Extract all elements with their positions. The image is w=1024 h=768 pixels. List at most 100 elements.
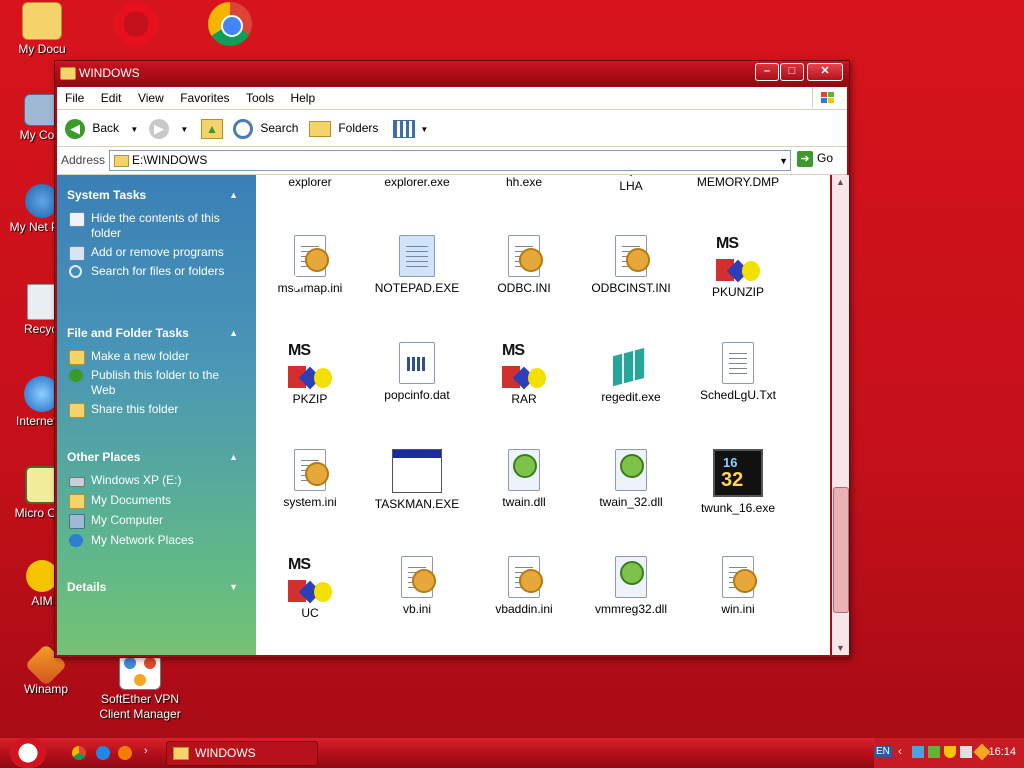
desktop-icon-my-documents[interactable]: My Docu <box>0 2 84 57</box>
file-name: vb.ini <box>402 602 431 616</box>
file-item[interactable]: MS PKZIP <box>260 342 360 406</box>
place-my-computer[interactable]: My Computer <box>57 513 241 529</box>
file-item[interactable]: MEMORY.DMP <box>688 175 788 189</box>
file-item[interactable]: NOTEPAD.EXE <box>367 235 467 295</box>
go-button[interactable]: ➔ Go <box>797 151 833 167</box>
system-tasks-header[interactable]: System Tasks ▲ <box>57 185 256 205</box>
maximize-button[interactable]: □ <box>780 63 804 81</box>
place-my-documents[interactable]: My Documents <box>57 493 241 509</box>
language-indicator[interactable]: EN <box>874 746 892 757</box>
minimize-button[interactable]: – <box>755 63 779 81</box>
file-name: MEMORY.DMP <box>696 175 780 189</box>
file-item[interactable]: ODBC.INI <box>474 235 574 295</box>
address-input[interactable]: E:\WINDOWS ▼ <box>109 150 791 171</box>
shield-icon[interactable] <box>944 746 956 758</box>
menu-tools[interactable]: Tools <box>240 87 280 105</box>
task-publish-folder[interactable]: Publish this folder to the Web <box>57 368 241 398</box>
firefox-icon[interactable] <box>118 746 132 760</box>
place-my-network-places[interactable]: My Network Places <box>57 533 241 548</box>
desktop-icon-chrome[interactable] <box>190 2 270 48</box>
file-item[interactable]: vmmreg32.dll <box>581 556 681 616</box>
details-header[interactable]: Details ▼ <box>57 577 256 597</box>
folders-icon <box>309 120 331 137</box>
file-name: RAR <box>511 392 537 406</box>
file-item[interactable]: hh.exe <box>474 175 574 189</box>
folder-icon <box>114 155 129 167</box>
start-button[interactable] <box>10 738 46 768</box>
file-name: system.ini <box>283 495 337 509</box>
task-add-remove-programs[interactable]: Add or remove programs <box>57 245 241 261</box>
file-item[interactable]: MSLHA <box>581 175 681 193</box>
folders-button[interactable]: Folders <box>309 117 378 139</box>
file-name: NOTEPAD.EXE <box>374 281 460 295</box>
regedit-icon <box>609 342 653 387</box>
msdos-icon: MS <box>288 342 332 390</box>
scrollbar-thumb[interactable] <box>833 487 849 613</box>
file-item[interactable]: MS UC <box>260 556 360 620</box>
taskbar-task-windows[interactable]: WINDOWS <box>166 741 318 766</box>
views-button[interactable]: ▼ <box>393 117 428 139</box>
chevron-down-icon[interactable]: ▼ <box>779 156 788 166</box>
task-share-folder[interactable]: Share this folder <box>57 402 241 418</box>
menu-view[interactable]: View <box>132 87 170 105</box>
file-item[interactable]: regedit.exe <box>581 342 681 404</box>
search-button[interactable]: Search <box>233 117 298 139</box>
place-windows-xp-drive[interactable]: Windows XP (E:) <box>57 473 241 488</box>
file-item[interactable]: popcinfo.dat <box>367 342 467 402</box>
back-button[interactable]: ◀ Back ▼ <box>65 117 138 139</box>
file-item[interactable]: vbaddin.ini <box>474 556 574 616</box>
file-item[interactable]: SchedLgU.Txt <box>688 342 788 402</box>
hide-contents-icon <box>69 212 85 227</box>
menu-favorites[interactable]: Favorites <box>174 87 235 105</box>
internet-explorer-icon[interactable] <box>96 746 110 760</box>
task-make-new-folder[interactable]: Make a new folder <box>57 349 241 365</box>
speaker-icon[interactable] <box>960 746 972 758</box>
up-folder-button[interactable]: ▲ <box>201 117 223 139</box>
app-tray-icon[interactable] <box>928 746 940 758</box>
file-item[interactable]: 16 32 twunk_16.exe <box>688 449 788 515</box>
task-label: Publish this folder to the Web <box>91 368 220 397</box>
close-button[interactable]: ✕ <box>807 63 843 81</box>
msdos-icon: MS <box>288 556 332 604</box>
ini-icon <box>508 556 543 598</box>
collapse-icon[interactable]: ▲ <box>229 323 238 343</box>
task-search-files[interactable]: Search for files or folders <box>57 264 241 279</box>
file-item[interactable]: msdfmap.ini <box>260 235 360 295</box>
collapse-icon[interactable]: ▲ <box>229 185 238 205</box>
file-name: PKZIP <box>292 392 328 406</box>
vertical-scrollbar[interactable]: ▲ ▼ <box>832 175 849 655</box>
file-item[interactable]: system.ini <box>260 449 360 509</box>
menu-edit[interactable]: Edit <box>95 87 128 105</box>
menu-help[interactable]: Help <box>284 87 321 105</box>
window-icon <box>392 449 442 493</box>
chevron-right-icon[interactable]: › <box>144 745 148 757</box>
file-folder-tasks-header[interactable]: File and Folder Tasks ▲ <box>57 323 256 343</box>
file-item[interactable]: MS RAR <box>474 342 574 406</box>
file-item[interactable]: ODBCINST.INI <box>581 235 681 295</box>
collapse-icon[interactable]: ▲ <box>229 447 238 467</box>
place-label: My Documents <box>91 493 172 507</box>
menu-file[interactable]: File <box>59 87 90 105</box>
other-places-header[interactable]: Other Places ▲ <box>57 447 256 467</box>
file-item[interactable]: explorer.exe <box>367 175 467 189</box>
chrome-icon[interactable] <box>72 746 86 760</box>
task-hide-contents[interactable]: Hide the contents of this folder <box>57 211 241 241</box>
network-tray-icon[interactable] <box>912 746 924 758</box>
scroll-up-icon[interactable]: ▲ <box>832 177 849 187</box>
title-bar[interactable]: WINDOWS – □ ✕ <box>55 61 849 87</box>
file-item[interactable]: twain.dll <box>474 449 574 509</box>
file-item[interactable]: TASKMAN.EXE <box>367 449 467 511</box>
file-item[interactable]: explorer <box>260 175 360 189</box>
file-item[interactable]: win.ini <box>688 556 788 616</box>
desktop-icon-opera[interactable] <box>96 2 176 48</box>
chevron-left-icon[interactable]: ‹ <box>898 744 902 758</box>
desktop-icon-softether[interactable]: SoftEther VPN Client Manager <box>96 652 184 722</box>
file-item[interactable]: MS PKUNZIP <box>688 235 788 299</box>
scroll-down-icon[interactable]: ▼ <box>832 643 849 653</box>
file-name: regedit.exe <box>601 390 661 404</box>
go-arrow-icon: ➔ <box>797 151 813 167</box>
forward-button[interactable]: ▶ ▼ <box>149 117 188 139</box>
file-item[interactable]: twain_32.dll <box>581 449 681 509</box>
file-item[interactable]: vb.ini <box>367 556 467 616</box>
expand-icon[interactable]: ▼ <box>229 577 238 597</box>
